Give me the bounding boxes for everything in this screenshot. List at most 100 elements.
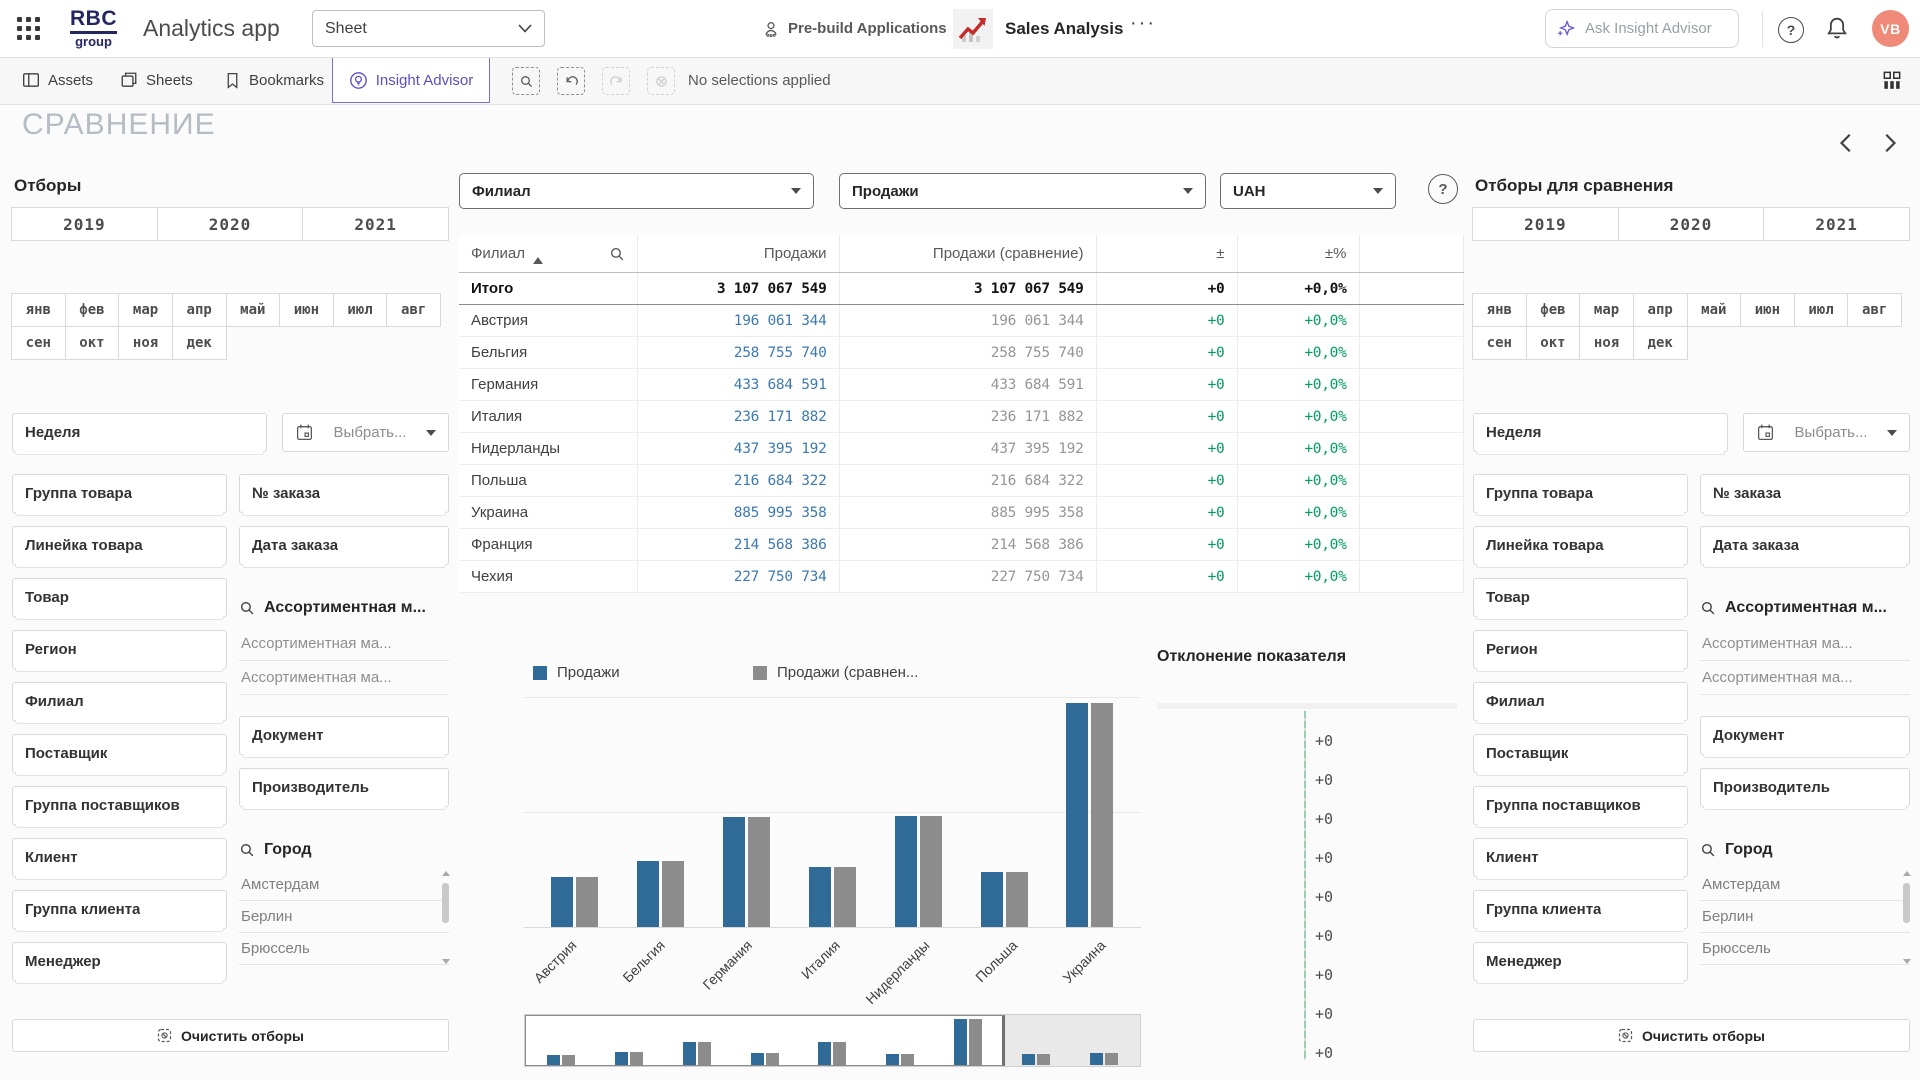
bar-chart-minimap[interactable] xyxy=(524,1014,1141,1067)
search-icon[interactable] xyxy=(1700,600,1716,616)
month-button[interactable]: дек xyxy=(1633,326,1688,360)
dimension-cell[interactable]: Германия xyxy=(459,369,637,401)
list-item[interactable]: Брюссель xyxy=(1700,933,1910,965)
filter-box[interactable]: Группа поставщиков xyxy=(12,786,227,825)
bar-group[interactable] xyxy=(895,698,942,927)
legend-item-comparison[interactable]: Продажи (сравнен... xyxy=(753,664,918,681)
scrollbar[interactable] xyxy=(441,871,450,964)
bar-comparison[interactable] xyxy=(662,861,684,927)
month-button[interactable]: янв xyxy=(11,293,66,327)
month-button[interactable]: май xyxy=(226,293,281,327)
bar-sales[interactable] xyxy=(551,877,573,927)
bar-group[interactable] xyxy=(981,698,1028,927)
step-forward-icon[interactable] xyxy=(602,67,630,95)
scroll-down-arrow[interactable] xyxy=(1903,959,1911,964)
list-item[interactable]: Брюссель xyxy=(239,933,449,965)
dimension-cell[interactable]: Украина xyxy=(459,497,637,529)
month-button[interactable]: янв xyxy=(1472,293,1527,327)
legend-item-sales[interactable]: Продажи xyxy=(533,664,620,681)
filter-box[interactable]: Менеджер xyxy=(12,942,227,981)
notifications-bell-icon[interactable] xyxy=(1825,16,1851,42)
filter-box[interactable]: Дата заказа xyxy=(1700,526,1910,565)
dimension-cell[interactable]: Чехия xyxy=(459,561,637,593)
filter-box[interactable]: Клиент xyxy=(1473,838,1688,877)
assets-button[interactable]: Assets xyxy=(22,57,93,103)
filter-box[interactable]: Линейка товара xyxy=(12,526,227,565)
month-button[interactable]: авг xyxy=(386,293,441,327)
dimension-dropdown[interactable]: Филиал xyxy=(459,173,814,209)
year-button[interactable]: 2020 xyxy=(157,207,304,241)
column-header-sales[interactable]: Продажи xyxy=(637,235,839,273)
search-icon[interactable] xyxy=(609,246,625,262)
bar-group[interactable] xyxy=(723,698,770,927)
bookmarks-button[interactable]: Bookmarks xyxy=(224,57,324,103)
column-header-dimension[interactable]: Филиал xyxy=(459,235,637,273)
filter-box[interactable]: № заказа xyxy=(1700,474,1910,513)
filter-box[interactable]: Производитель xyxy=(239,768,449,807)
dimension-cell[interactable]: Бельгия xyxy=(459,337,637,369)
week-filter-box[interactable]: Неделя xyxy=(12,413,267,452)
help-button[interactable]: ? xyxy=(1778,17,1804,43)
insight-advisor-button[interactable]: Insight Advisor xyxy=(332,57,490,103)
filter-box[interactable]: Группа товара xyxy=(1473,474,1688,513)
bar-sales[interactable] xyxy=(1066,703,1088,927)
filter-box[interactable]: Поставщик xyxy=(12,734,227,773)
month-button[interactable]: апр xyxy=(172,293,227,327)
month-button[interactable]: июл xyxy=(1794,293,1849,327)
measure-dropdown[interactable]: Продажи xyxy=(839,173,1206,209)
bar-group[interactable] xyxy=(637,698,684,927)
filter-box[interactable]: Регион xyxy=(12,630,227,669)
scrollbar[interactable] xyxy=(1902,871,1911,964)
bar-sales[interactable] xyxy=(809,867,831,927)
ask-insight-advisor-input[interactable] xyxy=(1583,19,1728,38)
date-picker-dropdown[interactable]: Выбрать... xyxy=(1743,413,1910,452)
bar-comparison[interactable] xyxy=(748,817,770,927)
filter-box[interactable]: Клиент xyxy=(12,838,227,877)
app-launcher-icon[interactable] xyxy=(17,17,40,40)
year-button[interactable]: 2019 xyxy=(1472,207,1619,241)
previous-sheet-button[interactable] xyxy=(1836,132,1858,154)
dimension-cell[interactable]: Нидерланды xyxy=(459,433,637,465)
scroll-up-arrow[interactable] xyxy=(1903,871,1911,876)
bar-comparison[interactable] xyxy=(1006,872,1028,927)
bar-sales[interactable] xyxy=(637,861,659,927)
column-header-delta[interactable]: ± xyxy=(1096,235,1237,273)
scroll-down-arrow[interactable] xyxy=(442,959,450,964)
list-item[interactable]: Ассортиментная ма... xyxy=(239,661,449,695)
total-label-cell[interactable]: Итого xyxy=(459,273,637,305)
chart-help-button[interactable]: ? xyxy=(1428,174,1458,204)
list-item[interactable]: Ассортиментная ма... xyxy=(239,627,449,661)
filter-box[interactable]: Линейка товара xyxy=(1473,526,1688,565)
bar-comparison[interactable] xyxy=(834,867,856,927)
scroll-up-arrow[interactable] xyxy=(442,871,450,876)
bar-sales[interactable] xyxy=(981,872,1003,927)
filter-box[interactable]: Группа товара xyxy=(12,474,227,513)
month-button[interactable]: фев xyxy=(1526,293,1581,327)
month-button[interactable]: авг xyxy=(1847,293,1902,327)
dimension-cell[interactable]: Австрия xyxy=(459,305,637,337)
scrollbar-thumb[interactable] xyxy=(1903,883,1910,923)
month-button[interactable]: сен xyxy=(1472,326,1527,360)
filter-box[interactable]: Регион xyxy=(1473,630,1688,669)
month-button[interactable]: сен xyxy=(11,326,66,360)
filter-box[interactable]: Дата заказа xyxy=(239,526,449,565)
sheets-button[interactable]: Sheets xyxy=(120,57,193,103)
filter-box[interactable]: № заказа xyxy=(239,474,449,513)
month-button[interactable]: мар xyxy=(1579,293,1634,327)
search-icon[interactable] xyxy=(239,842,255,858)
search-icon[interactable] xyxy=(1700,842,1716,858)
list-item[interactable]: Ассортиментная ма... xyxy=(1700,661,1910,695)
bar-group[interactable] xyxy=(551,698,598,927)
list-item[interactable]: Берлин xyxy=(239,901,449,933)
month-button[interactable]: ноя xyxy=(118,326,173,360)
currency-dropdown[interactable]: UAH xyxy=(1220,173,1396,209)
year-button[interactable]: 2021 xyxy=(302,207,449,241)
clear-selections-button[interactable]: Очистить отборы xyxy=(1473,1019,1910,1052)
user-avatar[interactable]: VB xyxy=(1872,10,1909,47)
bar-group[interactable] xyxy=(809,698,856,927)
filter-box[interactable]: Товар xyxy=(12,578,227,617)
sheet-selector[interactable]: Sheet xyxy=(312,10,545,47)
dimension-cell[interactable]: Франция xyxy=(459,529,637,561)
filter-box[interactable]: Производитель xyxy=(1700,768,1910,807)
column-header-delta-pct[interactable]: ±% xyxy=(1237,235,1359,273)
